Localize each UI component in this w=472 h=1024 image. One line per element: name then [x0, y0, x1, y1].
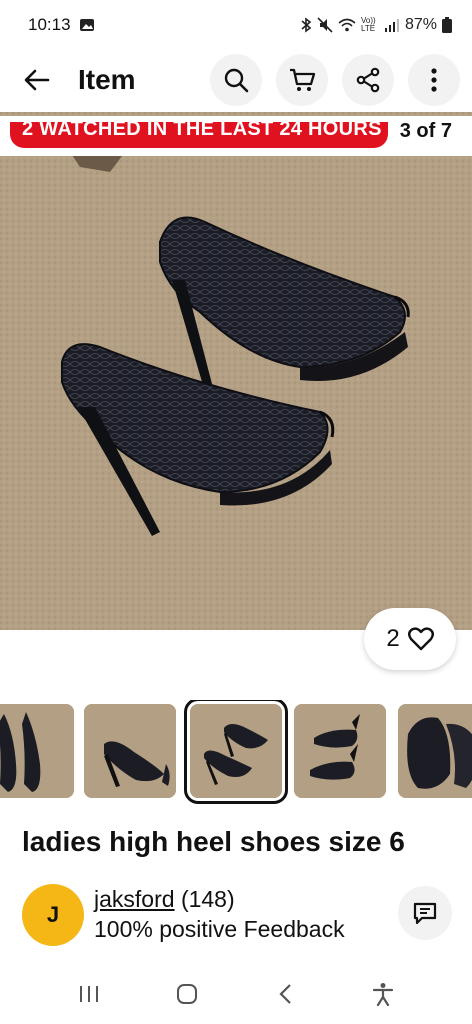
heart-icon: [407, 627, 434, 651]
thumbnail-strip[interactable]: [0, 700, 472, 804]
thumbnail-3-image: [190, 704, 282, 798]
recents-icon: [80, 986, 98, 1002]
thumbnail-2[interactable]: [84, 704, 176, 798]
accessibility-icon: [372, 983, 394, 1006]
seller-info[interactable]: J jaksford (148) 100% positive Feedback: [22, 878, 452, 952]
battery-text: 87%: [404, 16, 437, 33]
share-button[interactable]: [342, 54, 394, 106]
share-icon: [356, 67, 380, 93]
clock-text: 10:13: [28, 15, 71, 34]
back-button[interactable]: [10, 53, 64, 107]
search-button[interactable]: [210, 54, 262, 106]
thumbnail-4[interactable]: [294, 704, 386, 798]
more-options-button[interactable]: [408, 54, 460, 106]
search-icon: [224, 68, 249, 93]
app-header: Item: [0, 52, 472, 108]
gallery-notification-icon: [79, 19, 94, 31]
status-time: 10:13: [28, 15, 95, 35]
home-button[interactable]: [167, 974, 207, 1014]
watch-banner-row: 2 WATCHED IN THE LAST 24 HOURS 3 of 7: [0, 116, 472, 156]
system-nav-bar: [0, 964, 472, 1024]
item-title: ladies high heel shoes size 6: [22, 826, 405, 857]
thumbnail-5-image: [398, 704, 472, 798]
item-photo[interactable]: [0, 112, 472, 630]
watch-count: 2: [386, 625, 400, 652]
thumbnail-3[interactable]: [184, 700, 288, 804]
more-icon: [431, 68, 437, 92]
thumbnail-1-image: [0, 704, 74, 798]
seller-avatar[interactable]: J: [22, 884, 84, 946]
status-icons: Vo)) LTE 87%: [300, 16, 452, 34]
header-actions: [210, 54, 460, 106]
status-bar: 10:13 Vo)) LTE 87%: [0, 0, 472, 50]
item-photo-gallery[interactable]: 2 WATCHED IN THE LAST 24 HOURS 3 of 7: [0, 112, 472, 630]
seller-score: (148): [180, 886, 235, 912]
watch-button[interactable]: 2: [364, 608, 456, 670]
thumbnail-4-image: [294, 704, 386, 798]
wifi-icon: [338, 18, 356, 32]
bluetooth-icon: [301, 17, 312, 33]
signal-icon: [384, 19, 399, 32]
thumbnail-5[interactable]: [398, 704, 472, 798]
page-title: Item: [78, 64, 136, 95]
mute-icon: [317, 17, 333, 33]
message-icon: [413, 902, 437, 925]
seller-name-line: jaksford (148): [94, 886, 235, 913]
system-back-button[interactable]: [265, 974, 305, 1014]
network-label: Vo)) LTE: [360, 16, 376, 33]
watched-banner-text: 2 WATCHED IN THE LAST 24 HOURS: [22, 122, 382, 140]
accessibility-button[interactable]: [363, 974, 403, 1014]
seller-name-link[interactable]: jaksford: [94, 886, 175, 912]
thumbnail-2-image: [84, 704, 176, 798]
photo-counter: 3 of 7: [399, 120, 452, 142]
home-icon: [177, 984, 197, 1004]
chevron-left-icon: [279, 984, 291, 1004]
cart-icon: [290, 68, 316, 91]
back-arrow-icon: [24, 69, 50, 91]
thumbnail-1[interactable]: [0, 704, 74, 798]
seller-feedback: 100% positive Feedback: [94, 916, 345, 942]
message-seller-button[interactable]: [398, 886, 452, 940]
battery-icon: [442, 17, 452, 33]
recents-button[interactable]: [69, 974, 109, 1014]
watched-banner: 2 WATCHED IN THE LAST 24 HOURS: [10, 122, 388, 148]
cart-button[interactable]: [276, 54, 328, 106]
